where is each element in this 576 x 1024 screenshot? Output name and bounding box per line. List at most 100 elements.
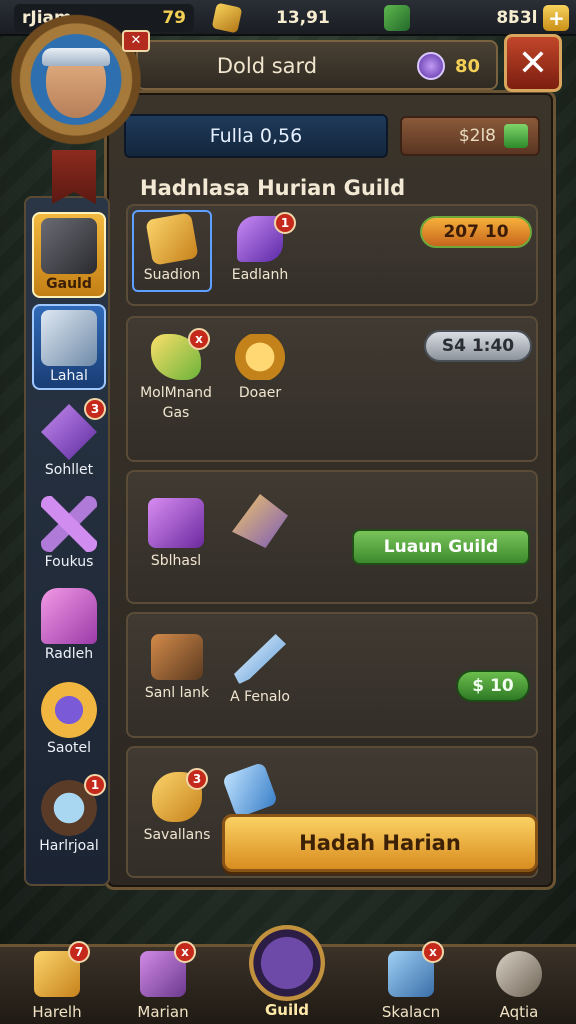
nav-label: Skalacn <box>381 1003 441 1021</box>
item-crossbow[interactable] <box>220 494 300 552</box>
header-currency: 80 <box>416 52 480 80</box>
nav-label: Harelh <box>32 1003 82 1021</box>
nav-label: Aqtia <box>499 1003 539 1021</box>
bottom-navigation: 7 Harelh x Marian Guild x Skalacn Aqtia <box>0 925 576 1024</box>
price-value: $2l8 <box>458 126 496 146</box>
item-doaer[interactable]: Doaer <box>220 334 300 404</box>
item-suadion[interactable]: Suadion <box>132 210 212 292</box>
item-label: Sblhasl <box>150 553 202 569</box>
notification-badge: x <box>422 941 444 963</box>
nav-marian[interactable]: x Marian <box>118 941 208 1021</box>
pink-key-icon <box>41 588 97 644</box>
section-title: Hadnlasa Hurian Guild <box>140 176 406 200</box>
sidebar-item-label: Saotel <box>46 740 92 756</box>
blue-crystal-icon <box>221 761 279 819</box>
sidebar-item-sohllet[interactable]: 3 Sohllet <box>32 398 106 478</box>
crossed-swords-icon <box>41 496 97 552</box>
sidebar-item-label: Radleh <box>44 646 94 662</box>
add-resource-button[interactable]: + <box>543 5 570 31</box>
item-label: Suadion <box>143 267 201 283</box>
reward-pill[interactable]: 207 10 <box>420 216 532 248</box>
item-sanl-lank[interactable]: Sanl lank <box>134 634 220 704</box>
notification-badge: 1 <box>84 774 106 796</box>
sidebar-item-radleh[interactable]: Radleh <box>32 588 106 662</box>
golden-crown-icon <box>233 334 287 380</box>
notification-badge: 3 <box>186 768 208 790</box>
reward-pill[interactable]: S4 1:40 <box>424 330 532 362</box>
purple-chest-icon <box>148 498 204 548</box>
sidebar-item-saotel[interactable]: Saotel <box>32 682 106 756</box>
player-avatar[interactable]: ✕ <box>8 12 150 162</box>
clover-icon <box>504 124 528 148</box>
item-a-fenalo[interactable]: A Fenalo <box>218 634 302 708</box>
guild-card: Sanl lank A Fenalo $ 10 <box>126 612 538 738</box>
green-gem-icon <box>249 925 325 1001</box>
item-molmnand[interactable]: x MolMnand Gas <box>134 328 218 423</box>
sidebar-item-gauld[interactable]: Gauld <box>32 212 106 298</box>
header-currency-value: 80 <box>454 55 480 77</box>
sidebar-item-harlrjoal[interactable]: 1 Harlrjoal <box>32 774 106 854</box>
nav-label: Guild <box>264 1001 309 1019</box>
gem-chest-icon <box>384 5 410 31</box>
crossbow-icon <box>232 494 288 548</box>
avatar-badge: ✕ <box>122 30 150 52</box>
nav-aqtia[interactable]: Aqtia <box>474 951 564 1021</box>
nav-harelh[interactable]: 7 Harelh <box>12 941 102 1021</box>
sidebar-item-foukus[interactable]: Foukus <box>32 496 106 570</box>
reward-value: S4 1:40 <box>441 336 515 356</box>
join-guild-button[interactable]: Luaun Guild <box>352 529 530 565</box>
gem-resource[interactable]: 8l <box>384 4 514 32</box>
notification-badge: 7 <box>68 941 90 963</box>
player-level: 79 <box>162 8 186 28</box>
notification-badge: 1 <box>274 212 296 234</box>
price-bar[interactable]: $2l8 <box>400 116 540 156</box>
close-button[interactable]: ✕ <box>504 34 562 92</box>
item-blue-gem[interactable] <box>220 761 280 819</box>
item-label: A Fenalo <box>230 689 290 705</box>
item-label: Eadlanh <box>231 267 289 283</box>
info-bar: Fulla 0,56 <box>124 114 388 158</box>
item-sblhasl[interactable]: Sblhasl <box>136 498 216 572</box>
extra-resource[interactable]: 53l + <box>508 4 570 32</box>
header-bar: Dold sard 80 <box>136 40 498 90</box>
dagger-icon <box>234 634 286 684</box>
item-label: Savallans <box>143 827 211 843</box>
treasure-chest-icon <box>151 634 203 680</box>
guild-card: Suadion 1 Eadlanh 207 10 <box>126 204 538 306</box>
nav-guild[interactable]: Guild <box>242 925 332 1019</box>
nav-label: Marian <box>137 1003 189 1021</box>
sidebar-item-label: Gauld <box>46 276 92 292</box>
guild-card: x MolMnand Gas Doaer S4 1:40 <box>126 316 538 462</box>
nav-skalacn[interactable]: x Skalacn <box>366 941 456 1021</box>
avatar-headband <box>42 48 110 66</box>
hammer-icon <box>496 951 542 997</box>
sidebar-item-label: Sohllet <box>44 462 94 478</box>
guild-action-button[interactable]: Hadah Harian <box>222 814 538 872</box>
amulet-icon <box>41 682 97 738</box>
reward-value: 207 10 <box>443 222 509 242</box>
item-savallans[interactable]: 3 Savallans <box>134 768 220 846</box>
sidebar-item-label: Harlrjoal <box>39 838 99 854</box>
item-label: MolMnand Gas <box>140 385 212 421</box>
sidebar-item-label: Foukus <box>44 554 94 570</box>
tool-icon <box>41 310 97 366</box>
category-sidebar: Gauld Lahal 3 Sohllet Foukus Radleh Saot… <box>24 196 110 886</box>
purple-orb-icon <box>416 52 445 80</box>
item-label: Sanl lank <box>144 685 210 701</box>
notification-badge: x <box>174 941 196 963</box>
gold-resource[interactable]: 13,91 <box>211 2 330 34</box>
anvil-icon <box>41 218 97 274</box>
gold-value: 13,91 <box>276 8 330 28</box>
notification-badge: 3 <box>84 398 106 420</box>
sidebar-item-lahal[interactable]: Lahal <box>32 304 106 390</box>
panel-title: Dold sard <box>216 54 318 78</box>
extra-value: 53l <box>508 8 538 28</box>
notification-badge: x <box>188 328 210 350</box>
item-label: Doaer <box>238 385 282 401</box>
reward-pill[interactable]: $ 10 <box>456 670 530 702</box>
gold-icon <box>211 2 243 34</box>
reward-value: $ 10 <box>472 676 514 696</box>
gold-ingot-icon <box>145 212 199 266</box>
item-eadlanh[interactable]: 1 Eadlanh <box>220 212 300 286</box>
sidebar-item-label: Lahal <box>50 368 88 384</box>
